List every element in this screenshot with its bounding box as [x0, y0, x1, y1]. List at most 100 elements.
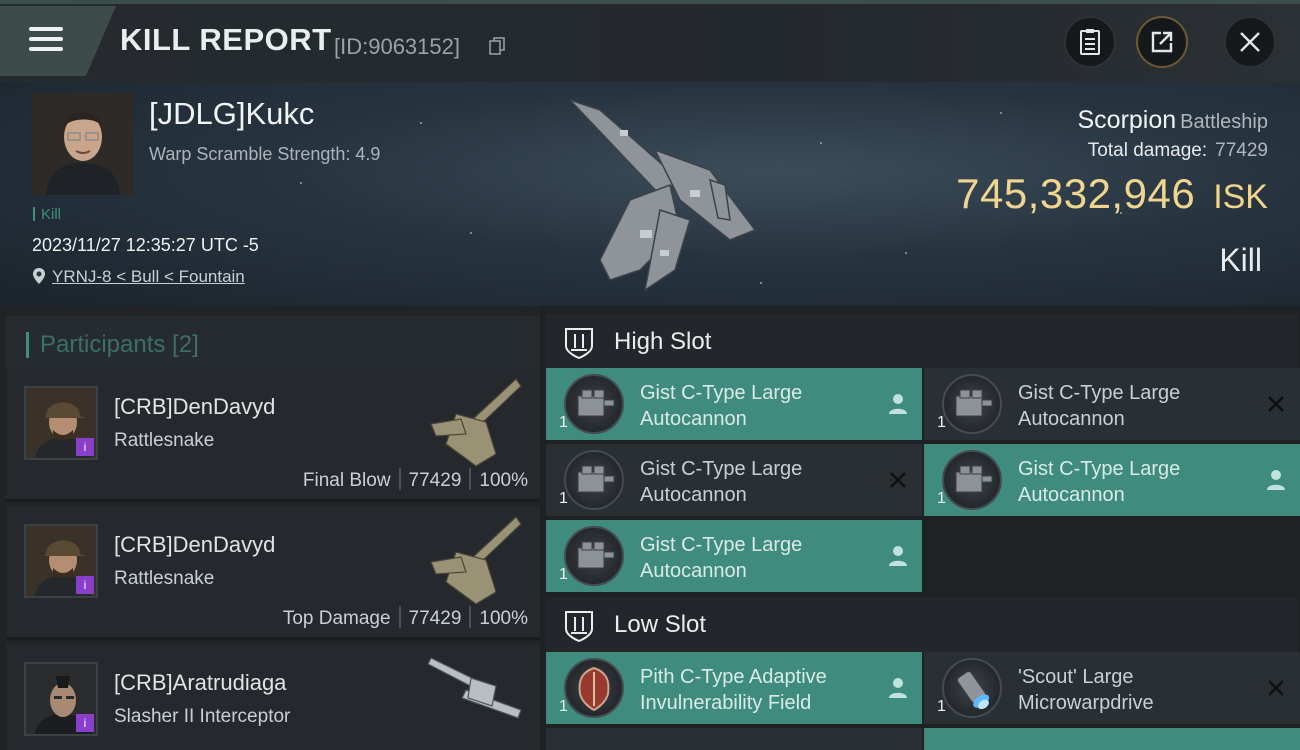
autocannon-icon — [564, 374, 624, 434]
autocannon-icon — [564, 526, 624, 586]
participant-row[interactable]: i [CRB]Aratrudiaga Slasher II Intercepto… — [6, 644, 540, 750]
high-slot-icon — [565, 328, 593, 360]
participant-percent: 100% — [479, 608, 528, 629]
info-badge: i — [76, 714, 94, 732]
participant-row[interactable]: i [CRB]DenDavyd Rattlesnake Final Blow 77… — [6, 368, 540, 502]
module-quantity: 1 — [937, 414, 946, 431]
participants-header: Participants [2] — [6, 316, 540, 372]
destroyed-x-icon — [1268, 680, 1284, 696]
victim-ship-info: Scorpion Battleship — [1077, 106, 1268, 135]
dropped-person-icon — [889, 546, 907, 566]
module-low-4-partial[interactable] — [924, 728, 1300, 750]
participant-damage: 77429 — [408, 608, 462, 629]
avatar[interactable]: i — [24, 662, 98, 736]
dropped-person-icon — [889, 394, 907, 414]
close-button[interactable] — [1224, 16, 1276, 68]
module-low-1[interactable]: 1 Pith C-Type Adaptive Invulnerability Fi… — [546, 652, 922, 724]
participant-role: Top Damage — [282, 608, 391, 629]
page-title: KILL REPORT — [120, 22, 332, 57]
autocannon-icon — [564, 450, 624, 510]
autocannon-icon — [942, 374, 1002, 434]
kill-location[interactable]: YRNJ-8 < Bull < Fountain — [32, 267, 245, 287]
warp-scramble-strength: Warp Scramble Strength: 4.9 — [149, 144, 381, 164]
ship-class: Battleship — [1180, 111, 1268, 133]
module-name: Gist C-Type Large Autocannon — [640, 458, 803, 506]
module-name: Gist C-Type Large Autocannon — [640, 382, 803, 430]
avatar[interactable]: i — [24, 386, 98, 460]
fittings-panel: High Slot 1 Gist C-Type Large Autocannon … — [540, 306, 1300, 750]
low-slot-title: Low Slot — [614, 611, 707, 638]
participant-damage: 77429 — [408, 470, 462, 491]
module-high-2[interactable]: 1 Gist C-Type Large Autocannon — [924, 368, 1300, 440]
module-quantity: 1 — [559, 414, 568, 431]
participant-role: Final Blow — [302, 470, 391, 491]
share-button[interactable] — [1136, 16, 1188, 68]
avatar[interactable]: i — [24, 524, 98, 598]
close-icon — [1240, 32, 1260, 52]
module-quantity: 1 — [937, 490, 946, 507]
dropped-person-icon — [889, 678, 907, 698]
participant-stats: Top Damage 77429 100% — [283, 606, 528, 630]
participant-ship: Rattlesnake — [114, 430, 215, 451]
isk-value: 745,332,946 ISK — [956, 170, 1268, 218]
module-name: 'Scout' Large Microwarpdrive — [1018, 666, 1154, 714]
info-badge: i — [76, 438, 94, 456]
ship-name[interactable]: Scorpion — [1077, 106, 1176, 134]
share-icon — [1151, 31, 1173, 53]
participant-name[interactable]: [CRB]DenDavyd — [114, 394, 275, 420]
module-quantity: 1 — [559, 566, 568, 583]
module-low-2[interactable]: 1 'Scout' Large Microwarpdrive — [924, 652, 1300, 724]
victim-name[interactable]: [JDLG]Kukc — [149, 96, 314, 132]
module-high-1[interactable]: 1 Gist C-Type Large Autocannon — [546, 368, 922, 440]
isk-unit: ISK — [1213, 178, 1268, 216]
participant-ship-image — [427, 657, 522, 719]
module-name: Gist C-Type Large Autocannon — [1018, 458, 1181, 506]
participant-name[interactable]: [CRB]DenDavyd — [114, 532, 275, 558]
module-high-3[interactable]: 1 Gist C-Type Large Autocannon — [546, 444, 922, 516]
module-name: Gist C-Type Large Autocannon — [640, 534, 803, 582]
participant-name[interactable]: [CRB]Aratrudiaga — [114, 670, 286, 696]
module-low-3-partial[interactable] — [546, 728, 922, 750]
microwarpdrive-icon — [942, 658, 1002, 718]
high-slot-title: High Slot — [614, 328, 712, 355]
participants-title: Participants [2] — [40, 331, 199, 358]
module-quantity: 1 — [937, 698, 946, 715]
participant-ship: Rattlesnake — [114, 568, 215, 589]
participant-ship-image — [430, 516, 522, 605]
header-accent-line — [0, 0, 1300, 4]
header-bar: KILL REPORT [ID:9063152] — [0, 0, 1300, 82]
kill-result: Kill — [1219, 242, 1262, 278]
victim-portrait[interactable] — [32, 93, 134, 195]
participants-panel: Participants [2] i [CRB]DenDavyd Rattles… — [0, 306, 540, 750]
isk-amount: 745,332,946 — [956, 170, 1196, 217]
notes-button[interactable] — [1064, 16, 1116, 68]
participant-ship-image — [430, 378, 522, 467]
pilot-portrait-icon — [32, 93, 134, 195]
location-pin-icon — [33, 268, 45, 284]
module-quantity: 1 — [559, 698, 568, 715]
destroyed-x-icon — [890, 472, 906, 488]
destroyed-x-icon — [1268, 396, 1284, 412]
module-high-4[interactable]: 1 Gist C-Type Large Autocannon — [924, 444, 1300, 516]
kill-timestamp: 2023/11/27 12:35:27 UTC -5 — [32, 235, 259, 255]
low-slot-icon — [565, 611, 593, 643]
clipboard-icon — [1080, 29, 1100, 55]
location-link[interactable]: YRNJ-8 < Bull < Fountain — [52, 267, 245, 286]
victim-banner: [JDLG]Kukc Warp Scramble Strength: 4.9 K… — [0, 82, 1300, 306]
module-quantity: 1 — [559, 490, 568, 507]
module-name: Gist C-Type Large Autocannon — [1018, 382, 1181, 430]
report-id: [ID:9063152] — [334, 34, 460, 59]
participant-percent: 100% — [479, 470, 528, 491]
info-badge: i — [76, 576, 94, 594]
menu-button[interactable] — [0, 6, 116, 76]
low-slot-header: Low Slot — [546, 597, 1298, 653]
total-damage: Total damage: 77429 — [1087, 140, 1268, 161]
dropped-person-icon — [1267, 470, 1285, 490]
participant-ship: Slasher II Interceptor — [114, 706, 291, 727]
module-name: Pith C-Type Adaptive Invulnerability Fiel… — [640, 666, 827, 714]
copy-icon[interactable] — [489, 37, 505, 55]
shield-module-icon — [564, 658, 624, 718]
participant-row[interactable]: i [CRB]DenDavyd Rattlesnake Top Damage 77… — [6, 506, 540, 640]
module-high-5[interactable]: 1 Gist C-Type Large Autocannon — [546, 520, 922, 592]
high-slot-header: High Slot — [546, 314, 1298, 370]
